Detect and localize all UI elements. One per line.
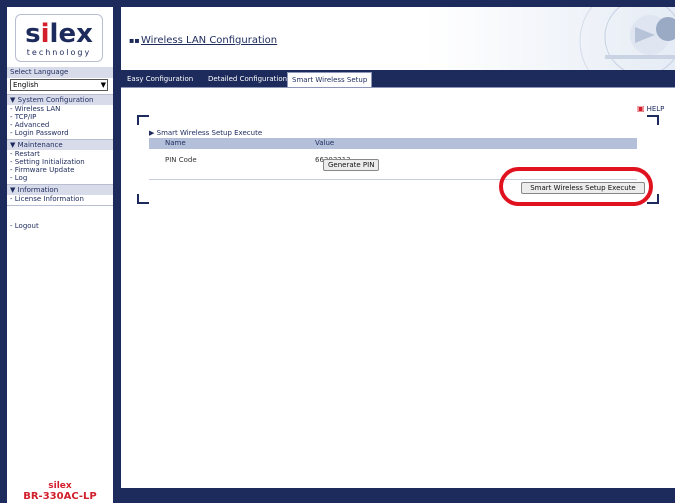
- page-title: ▪▪Wireless LAN Configuration: [129, 35, 277, 46]
- tab-bar: Easy Configuration Detailed Configuratio…: [121, 70, 675, 87]
- footer-brand: silex BR-330AC-LP: [7, 481, 113, 503]
- sidebar-item-login-password[interactable]: - Login Password: [10, 129, 69, 137]
- frame-divider: [113, 0, 121, 503]
- logo-tagline: technology: [26, 48, 92, 57]
- logout-label: Logout: [14, 222, 39, 230]
- sidebar-item-label: Log: [14, 174, 28, 182]
- nav-section-maintenance[interactable]: ▼ Maintenance: [7, 140, 113, 150]
- sidebar-item-label: Firmware Update: [14, 166, 75, 174]
- sidebar-item-wireless-lan[interactable]: - Wireless LAN: [10, 105, 60, 113]
- sidebar-item-restart[interactable]: - Restart: [10, 150, 40, 158]
- nav-section-information[interactable]: ▼ Information: [7, 185, 113, 195]
- pin-code-label: PIN Code: [165, 156, 197, 164]
- nav-section-system-configuration[interactable]: ▼ System Configuration: [7, 95, 113, 105]
- logo-brand-text: silex: [25, 19, 93, 49]
- language-select[interactable]: English ▼: [10, 79, 108, 91]
- grid-icon: ▪▪: [129, 36, 140, 45]
- banner-decoration: [579, 7, 675, 70]
- sidebar-item-label: Restart: [14, 150, 40, 158]
- main-content: ▪▪Wireless LAN Configuration Easy Config…: [121, 7, 675, 488]
- help-label: HELP: [646, 105, 665, 113]
- help-link[interactable]: ▣ HELP: [637, 104, 664, 113]
- triangle-down-icon: ▼: [10, 186, 16, 194]
- highlight-ring: [499, 167, 653, 206]
- nav-section-title: Information: [17, 186, 59, 194]
- sidebar-item-label: Setting Initialization: [14, 158, 85, 166]
- nav-section-title: System Configuration: [17, 96, 94, 104]
- language-label: Select Language: [7, 67, 113, 78]
- sidebar-item-tcpip[interactable]: - TCP/IP: [10, 113, 36, 121]
- frame-corner-top-right: [647, 115, 659, 125]
- generate-pin-button[interactable]: Generate PIN: [323, 159, 380, 171]
- chevron-down-icon: ▼: [100, 81, 106, 89]
- language-value: English: [13, 81, 39, 89]
- sidebar-item-label: License Information: [14, 195, 84, 203]
- frame-bottom: [121, 488, 675, 503]
- sidebar-item-license-information[interactable]: - License Information: [10, 195, 84, 203]
- logout-link[interactable]: - Logout: [10, 222, 39, 230]
- sidebar-item-log[interactable]: - Log: [10, 174, 27, 182]
- frame-top: [0, 0, 675, 7]
- triangle-bullet-icon: ▶: [149, 129, 155, 137]
- column-header-name: Name: [165, 139, 186, 147]
- sidebar-item-setting-initialization[interactable]: - Setting Initialization: [10, 158, 85, 166]
- sidebar-item-advanced[interactable]: - Advanced: [10, 121, 49, 129]
- header-banner: ▪▪Wireless LAN Configuration: [121, 7, 675, 70]
- sidebar-item-label: Login Password: [14, 129, 69, 137]
- logo-accent-letter: i: [40, 19, 50, 49]
- column-header-value: Value: [315, 139, 335, 147]
- tab-smart-wireless-setup[interactable]: Smart Wireless Setup: [287, 72, 373, 87]
- sidebar-item-label: Advanced: [14, 121, 50, 129]
- sidebar-item-label: TCP/IP: [14, 113, 37, 121]
- section-title-text: Smart Wireless Setup Execute: [156, 129, 263, 137]
- tab-underline: [121, 87, 675, 88]
- tab-easy-configuration[interactable]: Easy Configuration: [127, 74, 193, 84]
- sidebar-item-firmware-update[interactable]: - Firmware Update: [10, 166, 74, 174]
- page-title-text: Wireless LAN Configuration: [141, 35, 278, 46]
- footer-brand-name: silex: [48, 481, 72, 491]
- footer-model-name: BR-330AC-LP: [23, 491, 97, 502]
- sidebar-divider: [7, 205, 113, 206]
- triangle-down-icon: ▼: [10, 141, 16, 149]
- sidebar-item-label: Wireless LAN: [14, 105, 61, 113]
- nav-section-title: Maintenance: [17, 141, 63, 149]
- tab-detailed-configuration[interactable]: Detailed Configuration: [208, 74, 287, 84]
- table-header: Name Value: [149, 138, 637, 149]
- sidebar: silex technology Select Language English…: [7, 7, 113, 503]
- silex-logo: silex technology: [15, 14, 103, 62]
- frame-left: [0, 0, 7, 503]
- triangle-down-icon: ▼: [10, 96, 16, 104]
- section-title: ▶ Smart Wireless Setup Execute: [149, 129, 262, 137]
- frame-corner-top-left: [137, 115, 149, 125]
- frame-corner-bottom-left: [137, 194, 149, 204]
- help-icon: ▣: [637, 104, 645, 113]
